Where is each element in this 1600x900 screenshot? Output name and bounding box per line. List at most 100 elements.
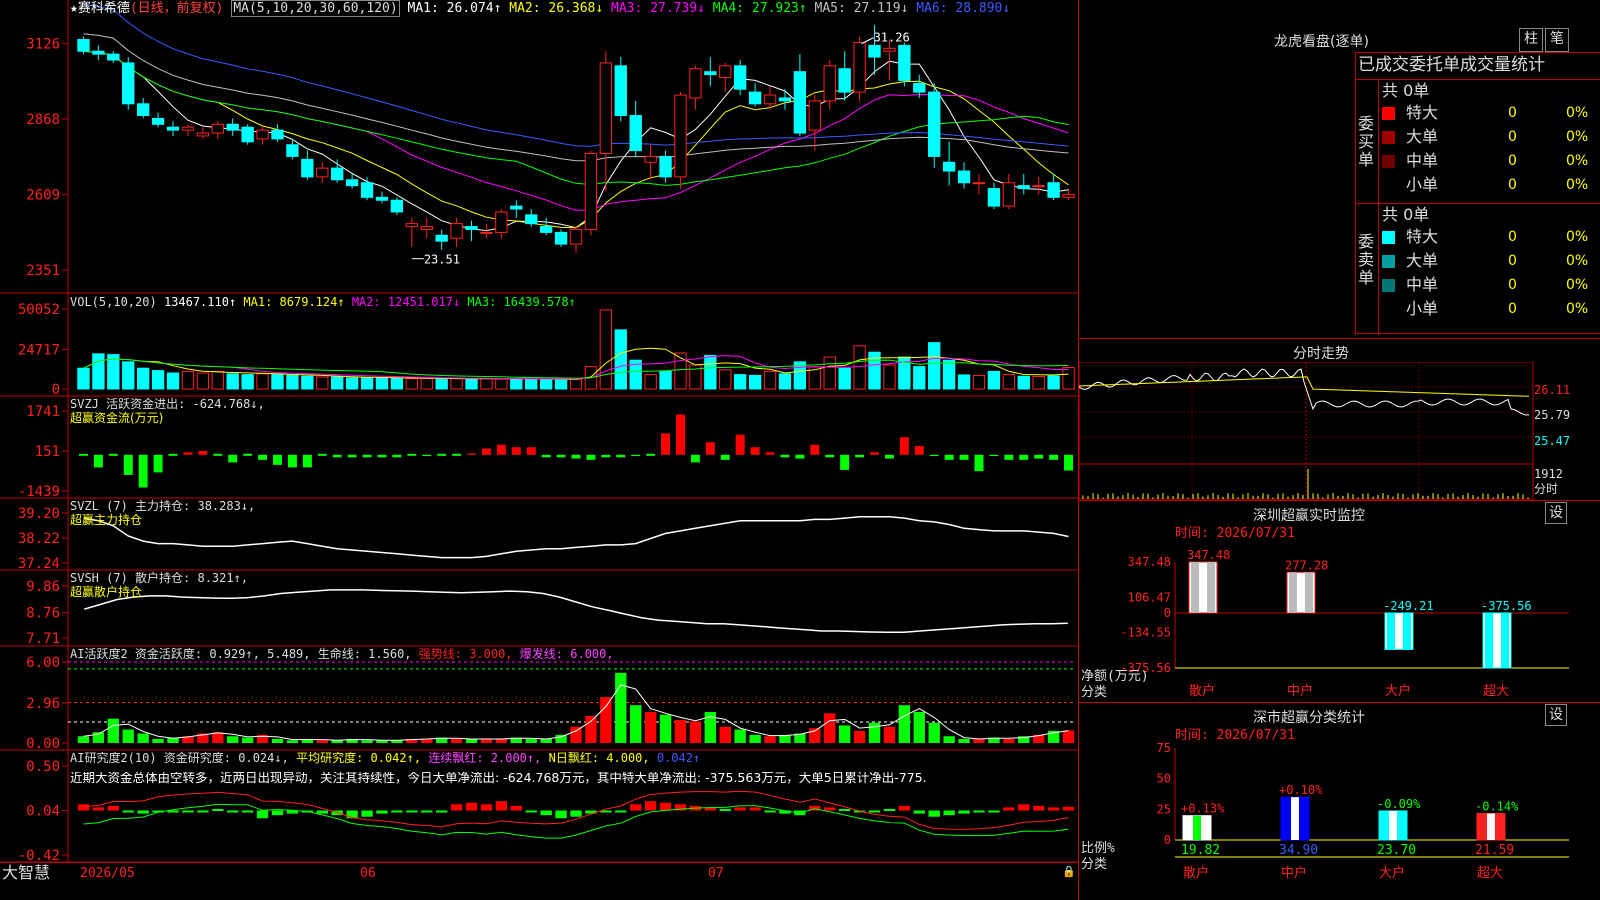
svzj-bar bbox=[168, 453, 178, 456]
sz-monitor-bar-shade bbox=[1289, 572, 1297, 613]
candle-body bbox=[360, 182, 374, 198]
candle-body bbox=[868, 44, 881, 58]
ai-research-bar bbox=[764, 810, 776, 813]
svzj-bar bbox=[377, 454, 387, 458]
sz-monitor-bar-shade bbox=[1501, 612, 1509, 668]
svzj-bar bbox=[646, 453, 656, 456]
candle-body bbox=[420, 226, 433, 230]
volume-bar bbox=[539, 379, 553, 390]
svzj-bar bbox=[287, 454, 297, 468]
ai-research-bar bbox=[495, 801, 508, 811]
volume-bar bbox=[241, 374, 254, 390]
volume-bar bbox=[1032, 376, 1045, 390]
ai-research-bar bbox=[227, 810, 239, 813]
ai-active-bar bbox=[689, 721, 702, 743]
candle-body bbox=[704, 71, 717, 76]
ai-active-bar bbox=[719, 726, 731, 743]
ai-research-avg: 平均研究度: 0.042↑, bbox=[296, 751, 422, 765]
ai-research-bar bbox=[376, 810, 388, 814]
svzj-bar bbox=[1019, 454, 1029, 460]
sz-monitor-settings-button[interactable]: 设 bbox=[1545, 502, 1567, 524]
sell-row-count: 0 bbox=[1508, 229, 1517, 245]
volume-bar bbox=[271, 374, 284, 390]
ma-value-2: MA2: 26.368↓ bbox=[501, 1, 604, 16]
sz-monitor-y-tick: -134.55 bbox=[1120, 626, 1171, 640]
candle-body bbox=[211, 123, 224, 134]
ai-active-bar bbox=[898, 705, 911, 743]
volume-bar bbox=[286, 374, 299, 390]
volume-label: VOL(5,10,20) bbox=[70, 295, 157, 309]
ma-line-1 bbox=[83, 50, 1069, 232]
sz-monitor-title: 深圳超赢实时监控 bbox=[1253, 508, 1365, 524]
volume-bar bbox=[644, 374, 657, 390]
sz-category-chart: 75 50 25 0 +0.13% 19.82 散户 +0.10% 34.90 中户 -0.09% 2… bbox=[1081, 741, 1569, 881]
ai-research-bar bbox=[868, 810, 881, 813]
ai-research-bar bbox=[943, 810, 955, 816]
ai-active-bar bbox=[913, 711, 925, 743]
candle-body bbox=[286, 144, 299, 157]
ai-active-bar bbox=[764, 736, 776, 743]
ai-active-bar bbox=[480, 738, 493, 743]
ai-active-label: AI活跃度2 资金活跃度: 0.929↑, 5.489, 生命线: 1.560, bbox=[70, 647, 412, 661]
volume-bar bbox=[853, 345, 866, 390]
sz-category-category-label: 大户 bbox=[1379, 865, 1405, 881]
buy-row-name: 特大 bbox=[1406, 103, 1439, 122]
lock-icon[interactable]: 🔒 bbox=[1062, 866, 1076, 877]
candle-body bbox=[808, 100, 821, 131]
pen-view-button[interactable]: 笔 bbox=[1545, 28, 1569, 52]
ai-active-bar bbox=[943, 736, 955, 743]
ai-research-bar bbox=[421, 810, 433, 813]
ma-line-5 bbox=[83, 33, 1069, 162]
intraday-chart[interactable] bbox=[1079, 362, 1600, 500]
volume-bar bbox=[510, 378, 523, 390]
intraday-price-mid: 25.79 bbox=[1534, 408, 1571, 422]
ai-research-bar bbox=[913, 810, 925, 814]
ai-research-bar bbox=[1062, 806, 1075, 811]
svzj-bar bbox=[496, 444, 506, 455]
ai-research-bar bbox=[122, 810, 134, 813]
sell-row-name: 大单 bbox=[1406, 251, 1439, 270]
sz-monitor-category-label: 散户 bbox=[1189, 683, 1215, 699]
candle-body bbox=[748, 91, 762, 105]
candle-body bbox=[644, 155, 657, 163]
volume-bar bbox=[913, 366, 926, 390]
ai-active-bar bbox=[1062, 730, 1075, 743]
svzj-bar bbox=[795, 454, 805, 459]
sz-category-bar-change: -0.09% bbox=[1377, 797, 1421, 811]
svzj-bar bbox=[243, 453, 253, 456]
candle-body bbox=[778, 97, 792, 102]
volume-bar bbox=[987, 370, 1001, 390]
volume-ma3: MA3: 16439.578↑ bbox=[467, 295, 576, 309]
column-view-button[interactable]: 柱 bbox=[1519, 28, 1543, 52]
ai-active-bar bbox=[450, 738, 463, 743]
sz-monitor-bar-shade bbox=[1305, 572, 1313, 613]
svzj-bar bbox=[870, 452, 879, 455]
ai-research-bar bbox=[182, 810, 194, 813]
volume-tick-label: 0 bbox=[52, 382, 60, 398]
volume-bar bbox=[181, 370, 195, 390]
svzj-bar bbox=[944, 454, 954, 460]
ai-active-bar bbox=[286, 740, 299, 743]
candle-body bbox=[107, 53, 120, 61]
favorite-star-icon[interactable]: ★ bbox=[70, 1, 78, 16]
candle-body bbox=[181, 126, 195, 131]
ai-research-bar bbox=[838, 808, 851, 811]
ai-active-bar bbox=[227, 736, 239, 743]
period-label[interactable]: (日线，前复权) bbox=[130, 1, 224, 16]
buy-color-swatch bbox=[1382, 131, 1395, 144]
ai-research-tick-label: 0.50 bbox=[26, 759, 60, 775]
sz-monitor-bar-shade bbox=[1207, 562, 1215, 613]
high-annotation-line bbox=[861, 37, 874, 45]
svzj-bar bbox=[302, 454, 312, 468]
candle-body bbox=[719, 65, 732, 79]
sz-category-settings-button[interactable]: 设 bbox=[1545, 704, 1567, 726]
stock-chart-canvas[interactable]: 3126 2868 2609 2351 31.26 23.51 50052 24717 0 174… bbox=[0, 0, 1078, 882]
volume-bar bbox=[256, 373, 269, 390]
ma-value-3: MA3: 27.739↓ bbox=[603, 1, 705, 16]
candle-body bbox=[122, 62, 135, 105]
sell-side-label: 委卖单 bbox=[1358, 232, 1375, 287]
ai-active-bar bbox=[973, 738, 985, 743]
svzj-bar bbox=[213, 453, 223, 456]
buy-row-pct: 0% bbox=[1566, 153, 1589, 169]
ma-value-4: MA4: 27.923↑ bbox=[704, 1, 807, 16]
